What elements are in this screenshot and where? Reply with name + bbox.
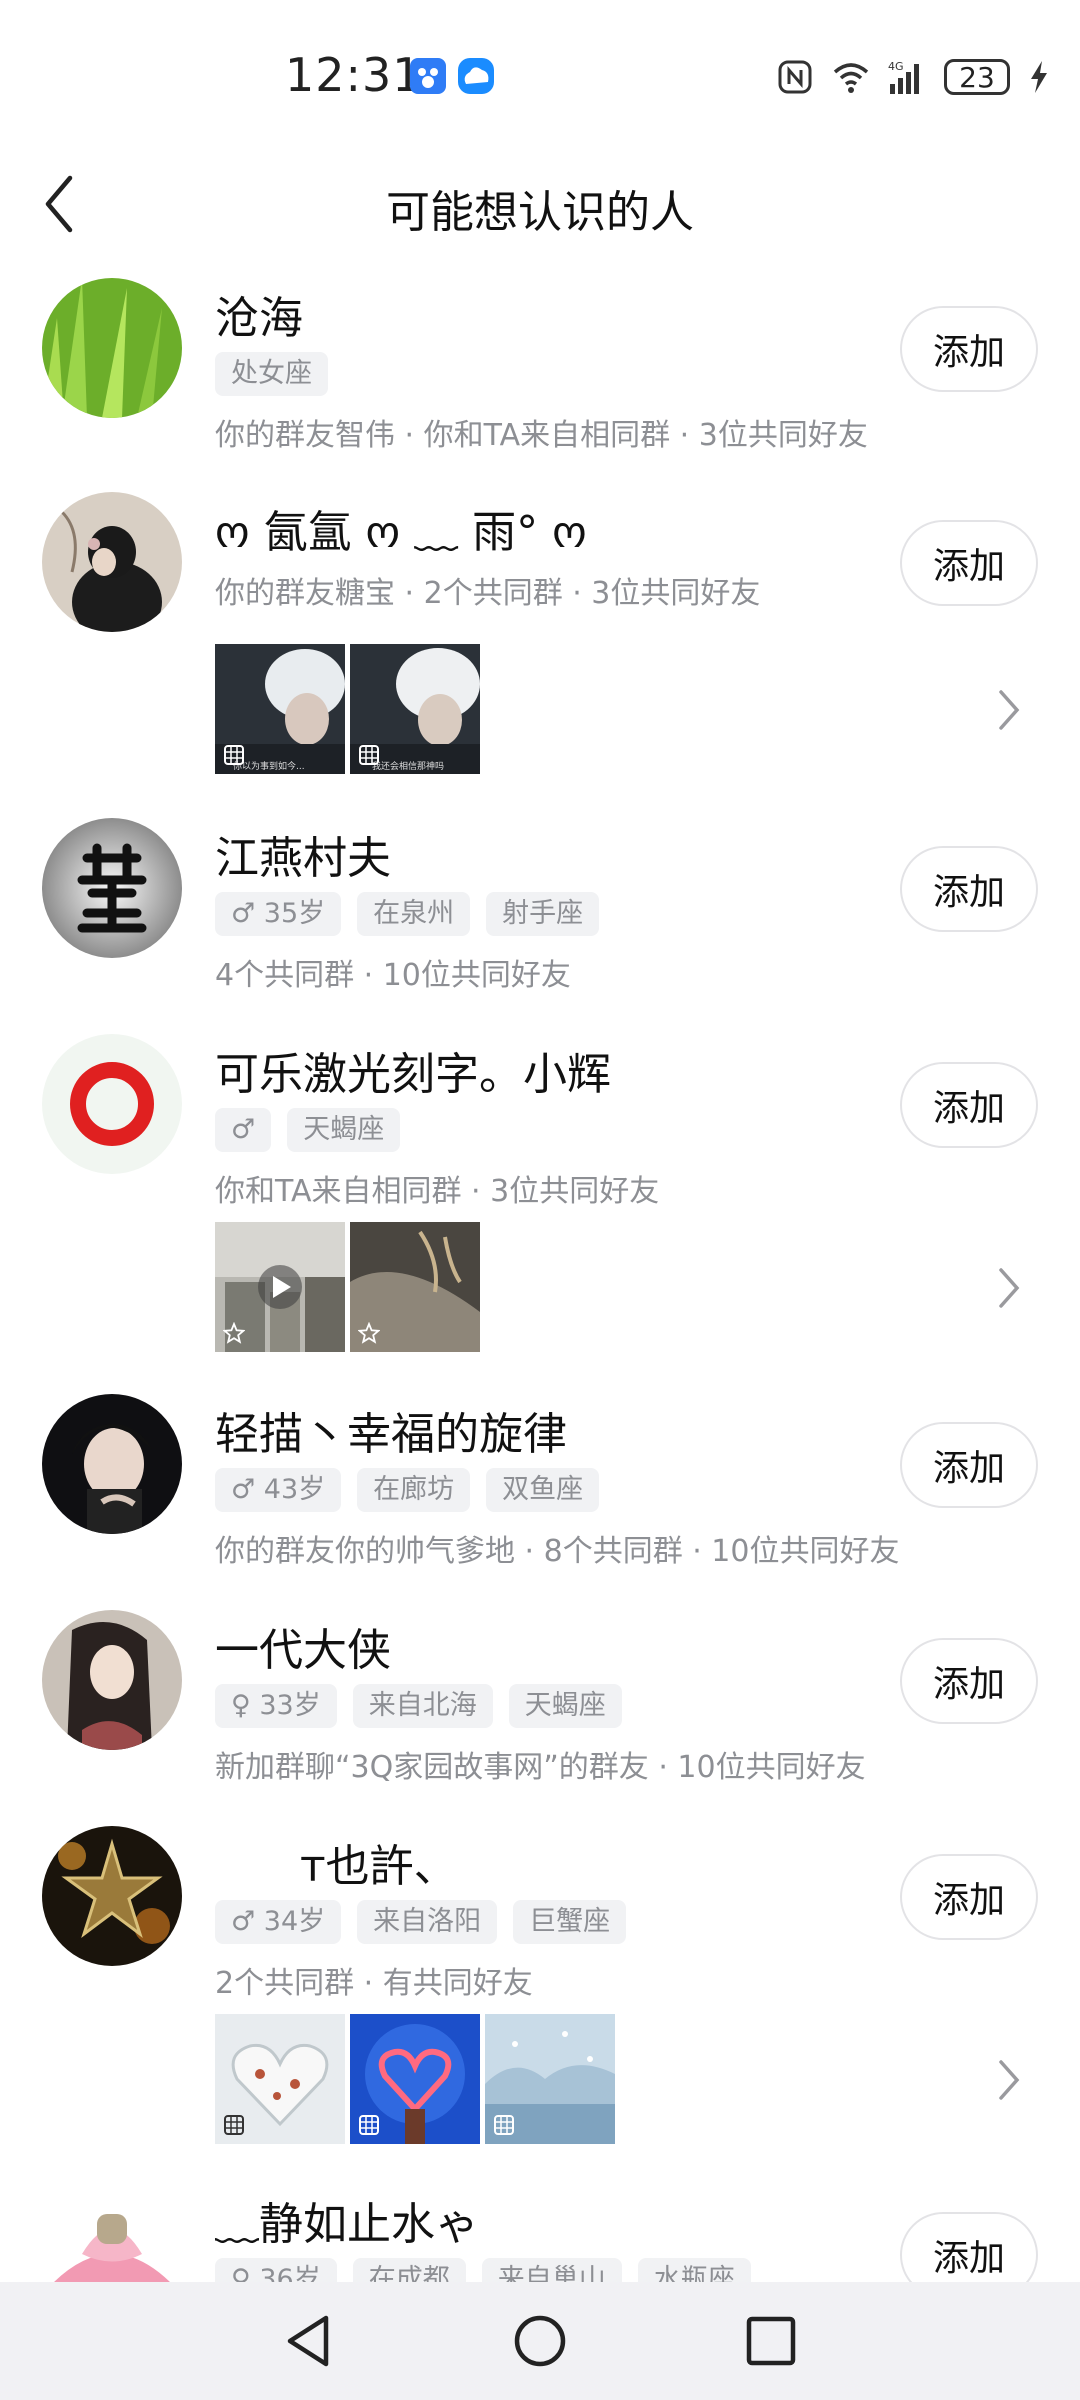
star-icon (358, 1322, 380, 1344)
grid-icon (224, 745, 244, 765)
top-bar: 可能想认识的人 (0, 150, 1080, 260)
mutual-info: 你和TA来自相同群 · 3位共同好友 (215, 1174, 660, 1209)
wifi-icon (833, 63, 869, 93)
tag-group: 处女座 (215, 352, 328, 396)
person-name: 一代大侠 (215, 1625, 391, 1676)
mutual-info: 你的群友智伟 · 你和TA来自相同群 · 3位共同好友 (215, 418, 868, 453)
people-list: 沧海 处女座 你的群友智伟 · 你和TA来自相同群 · 3位共同好友 添加 ო … (0, 262, 1080, 2282)
zodiac-tag: 水瓶座 (637, 2258, 751, 2282)
location-tag: 在泉州 (357, 892, 471, 936)
page-title: 可能想认识的人 (386, 187, 694, 238)
thumbnail-caption: 我还会相信那神吗 (372, 760, 444, 772)
status-bar: 12:31 4G 23 (0, 0, 1080, 150)
avatar[interactable] (42, 1610, 182, 1750)
photo-thumbnail[interactable]: 我还会相信那神吗 (350, 644, 480, 774)
battery-icon: 23 (944, 59, 1010, 95)
tag-text: ♂ 35岁 (231, 898, 326, 929)
photo-thumbnail[interactable]: 你以为事到如今... (215, 644, 345, 774)
gender-age-tag: ♂ 34岁 (215, 1900, 342, 1944)
person-name: ო 氤氲 ო ﹏ 雨° ო (215, 507, 587, 558)
grid-icon (494, 2115, 514, 2135)
photo-strip[interactable]: 你以为事到如今... 我还会相信那神吗 (215, 644, 480, 774)
photo-strip[interactable] (215, 2014, 615, 2144)
add-friend-button[interactable]: 添加 (900, 306, 1038, 392)
person-name: 轻描丶幸福的旋律 (215, 1409, 567, 1460)
recents-square-icon[interactable] (740, 2310, 802, 2372)
nfc-icon (778, 60, 812, 94)
tag-group: ♂ 34岁 来自洛阳 巨蟹座 (215, 1900, 627, 1944)
chevron-right-icon[interactable] (996, 1266, 1022, 1310)
avatar[interactable] (42, 278, 182, 418)
add-friend-button[interactable]: 添加 (900, 846, 1038, 932)
zodiac-tag: 巨蟹座 (513, 1900, 627, 1944)
avatar[interactable] (42, 2184, 182, 2282)
photo-thumbnail[interactable] (350, 2014, 480, 2144)
person-name: 可乐激光刻字。小辉 (215, 1049, 611, 1100)
mutual-info: 新加群聊“3Q家园故事网”的群友 · 10位共同好友 (215, 1750, 866, 1785)
add-friend-button[interactable]: 添加 (900, 2212, 1038, 2282)
photo-thumbnail[interactable] (485, 2014, 615, 2144)
add-friend-button[interactable]: 添加 (900, 1422, 1038, 1508)
add-friend-button[interactable]: 添加 (900, 1854, 1038, 1940)
signal-4g-icon: 4G (888, 60, 919, 94)
system-navigation-bar (0, 2282, 1080, 2400)
photo-strip[interactable] (215, 1222, 480, 1352)
gender-tag: ♂ (215, 1108, 272, 1152)
grid-icon (359, 2115, 379, 2135)
grid-icon (359, 745, 379, 765)
charging-bolt-icon (1031, 61, 1047, 93)
tag-group: ♂ 35岁 在泉州 射手座 (215, 892, 600, 936)
cloud-app-icon (458, 58, 494, 94)
avatar[interactable] (42, 1394, 182, 1534)
gender-age-tag: ♀ 36岁 (215, 2258, 337, 2282)
gender-age-tag: ♂ 35岁 (215, 892, 342, 936)
add-friend-button[interactable]: 添加 (900, 1638, 1038, 1724)
status-right-icons: 4G 23 (776, 58, 1050, 96)
baidu-app-icon (410, 58, 446, 94)
tag-group: ♂ 43岁 在廊坊 双鱼座 (215, 1468, 600, 1512)
hometown-tag: 来自巢山 (481, 2258, 622, 2282)
gender-age-tag: ♂ 43岁 (215, 1468, 342, 1512)
tag-group: ♂ 天蝎座 (215, 1108, 401, 1152)
mutual-info: 你的群友你的帅气爹地 · 8个共同群 · 10位共同好友 (215, 1534, 900, 1569)
person-name: 江燕村夫 (215, 833, 391, 884)
tag-group: ♀ 33岁 来自北海 天蝎座 (215, 1684, 622, 1728)
add-friend-button[interactable]: 添加 (900, 1062, 1038, 1148)
person-name: ﹏静如止水ゃ (215, 2199, 479, 2250)
svg-text:4G: 4G (888, 60, 904, 73)
mutual-info: 2个共同群 · 有共同好友 (215, 1966, 533, 2001)
location-tag: 来自洛阳 (357, 1900, 498, 1944)
location-tag: 在廊坊 (357, 1468, 471, 1512)
location-tag: 在成都 (352, 2258, 466, 2282)
avatar[interactable] (42, 1034, 182, 1174)
photo-thumbnail[interactable] (350, 1222, 480, 1352)
avatar[interactable] (42, 1826, 182, 1966)
tag-group: ♀ 36岁 在成都 来自巢山 水瓶座 (215, 2258, 751, 2282)
video-thumbnail[interactable] (215, 1222, 345, 1352)
zodiac-tag: 双鱼座 (486, 1468, 600, 1512)
person-name: ᴛ也許、 (300, 1841, 458, 1892)
home-circle-icon[interactable] (509, 2310, 571, 2372)
avatar[interactable] (42, 492, 182, 632)
chevron-right-icon[interactable] (996, 2058, 1022, 2102)
chevron-right-icon[interactable] (996, 688, 1022, 732)
zodiac-tag: 射手座 (486, 892, 600, 936)
zodiac-tag: 天蝎座 (287, 1108, 401, 1152)
grid-icon (224, 2115, 244, 2135)
gender-age-tag: ♀ 33岁 (215, 1684, 337, 1728)
add-friend-button[interactable]: 添加 (900, 520, 1038, 606)
person-name: 沧海 (215, 293, 303, 344)
mutual-info: 你的群友糖宝 · 2个共同群 · 3位共同好友 (215, 576, 761, 611)
location-tag: 来自北海 (352, 1684, 493, 1728)
photo-thumbnail[interactable] (215, 2014, 345, 2144)
back-triangle-icon[interactable] (278, 2310, 340, 2372)
star-icon (223, 1322, 245, 1344)
mutual-info: 4个共同群 · 10位共同好友 (215, 958, 571, 993)
avatar[interactable] (42, 818, 182, 958)
status-time: 12:31 (285, 48, 423, 102)
zodiac-tag: 天蝎座 (508, 1684, 622, 1728)
tag: 处女座 (215, 352, 328, 396)
